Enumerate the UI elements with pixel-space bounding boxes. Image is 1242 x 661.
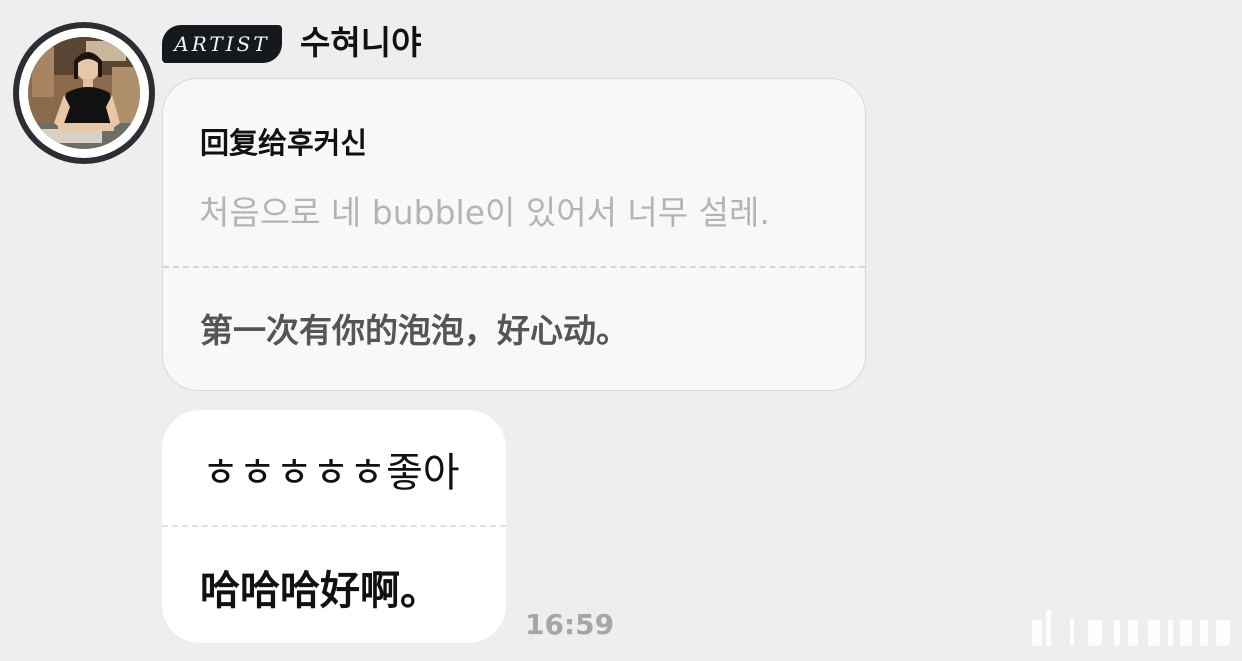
artist-avatar-frame[interactable]: [13, 22, 155, 164]
avatar-border: [19, 28, 149, 158]
avatar[interactable]: [28, 37, 140, 149]
avatar-photo: [28, 37, 140, 149]
message-timestamp: 16:59: [525, 608, 615, 641]
message-text: ㅎㅎㅎㅎㅎ좋아: [202, 450, 460, 496]
reply-bubble[interactable]: 回复给후커신 처음으로 네 bubble이 있어서 너무 설레. 第一次有你的泡…: [162, 78, 866, 391]
quoted-message: 처음으로 네 bubble이 있어서 너무 설레.: [199, 193, 770, 232]
message-bubble[interactable]: ㅎㅎㅎㅎㅎ좋아 哈哈哈好啊。: [162, 410, 506, 643]
reply-translation: 第一次有你的泡泡，好心动。: [200, 311, 629, 350]
message-translation: 哈哈哈好啊。: [200, 568, 440, 614]
reply-recipient: 回复给후커신: [200, 126, 368, 160]
artist-badge-label: ARTIST: [174, 32, 270, 56]
artist-name[interactable]: 수혀니야: [300, 22, 421, 64]
artist-badge: ARTIST: [162, 25, 282, 63]
divider: [163, 266, 865, 268]
divider: [162, 525, 506, 527]
watermark-icon: [1030, 604, 1235, 650]
